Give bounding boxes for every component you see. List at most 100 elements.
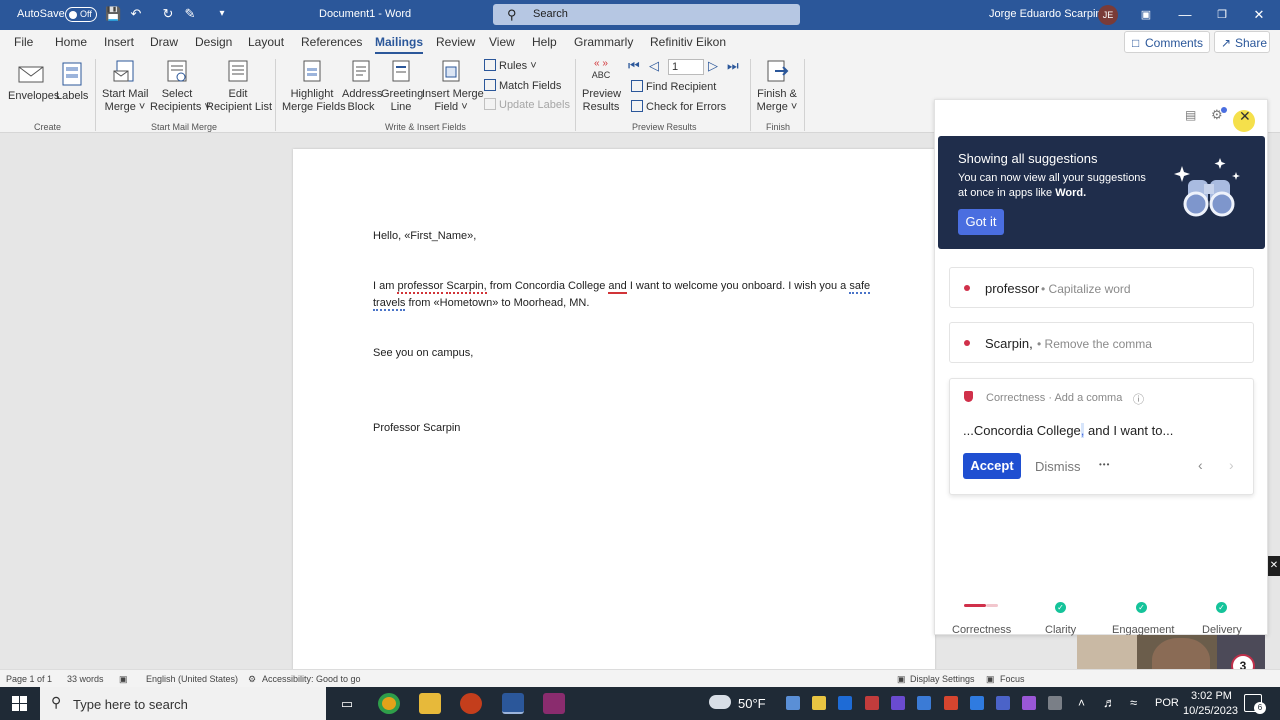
customize-quick-access-icon[interactable]: ▾	[214, 6, 230, 22]
weather-temp[interactable]: 50°F	[738, 696, 766, 711]
flagged-word-safe[interactable]: safe	[849, 280, 871, 294]
redo-icon[interactable]: ↻	[160, 6, 176, 22]
chrome-icon[interactable]	[378, 693, 400, 714]
got-it-button[interactable]: Got it	[958, 209, 1004, 235]
suggestion-card-scarpin[interactable]: Scarpin, • Remove the comma	[949, 322, 1254, 363]
last-record-icon[interactable]: ⏭	[727, 58, 739, 74]
save-icon[interactable]: 💾	[105, 6, 121, 22]
labels-button[interactable]: Labels	[56, 61, 88, 103]
autosave-toggle[interactable]: Off	[65, 7, 97, 22]
dismiss-button[interactable]: Dismiss	[1035, 459, 1081, 474]
record-number-input[interactable]: 1	[668, 59, 704, 75]
flagged-word-travels[interactable]: travels	[373, 297, 406, 311]
finish-merge-button[interactable]: Finish & Merge ˅	[756, 59, 798, 114]
signature-line[interactable]: Professor Scarpin	[373, 422, 460, 434]
speaker-icon[interactable]: ♬	[1103, 695, 1116, 710]
suggestion-card-professor[interactable]: professor • Capitalize word	[949, 267, 1254, 308]
update-labels-button[interactable]: Update Labels	[484, 98, 570, 111]
tray-app-icon[interactable]	[786, 696, 800, 710]
taskbar-search[interactable]: ⚲ Type here to search	[40, 687, 326, 720]
tab-insert[interactable]: Insert	[104, 35, 134, 49]
flagged-word-professor[interactable]: professor	[397, 280, 444, 294]
tab-mailings[interactable]: Mailings	[375, 35, 424, 54]
tray-chevron-icon[interactable]: ˄	[1078, 696, 1085, 710]
tray-app-icon[interactable]	[996, 696, 1010, 710]
paragraph-line-1[interactable]: I am professor Scarpin, from Concordia C…	[373, 280, 871, 294]
document-page[interactable]: Hello, «First_Name», I am professor Scar…	[293, 149, 935, 679]
feedback-icon[interactable]: ▤	[1185, 108, 1196, 122]
tab-references[interactable]: References	[301, 35, 362, 49]
nav-correctness[interactable]: Correctness	[952, 624, 1011, 636]
tray-app-icon[interactable]	[812, 696, 826, 710]
input-language[interactable]: POR	[1155, 697, 1179, 709]
network-icon[interactable]: ≈	[1130, 695, 1137, 710]
task-view-icon[interactable]: ▭	[336, 693, 358, 714]
check-for-errors-button[interactable]: Check for Errors	[631, 100, 726, 113]
tab-refinitiv-eikon[interactable]: Refinitiv Eikon	[650, 35, 726, 49]
file-explorer-icon[interactable]	[419, 693, 441, 714]
flagged-word-and[interactable]: and	[608, 280, 627, 294]
preview-results-button[interactable]: « » ABC Preview Results	[582, 59, 621, 114]
comments-button[interactable]: □ Comments	[1124, 31, 1210, 53]
tab-draw[interactable]: Draw	[150, 35, 178, 49]
match-fields-button[interactable]: Match Fields	[484, 79, 561, 92]
first-record-icon[interactable]: ⏮	[628, 58, 640, 74]
previous-record-icon[interactable]: ◁	[649, 58, 659, 74]
powerpoint-icon[interactable]	[460, 693, 482, 714]
close-panel-icon[interactable]: ✕	[1239, 108, 1251, 125]
tab-help[interactable]: Help	[532, 35, 557, 49]
bluetooth-icon[interactable]	[917, 696, 931, 710]
accept-button[interactable]: Accept	[963, 453, 1021, 479]
envelopes-button[interactable]: Envelopes	[8, 61, 59, 103]
proofing-icon[interactable]: ▣	[119, 674, 128, 685]
find-recipient-button[interactable]: Find Recipient	[631, 80, 716, 93]
chevron-right-icon[interactable]: ›	[1229, 457, 1234, 473]
highlight-merge-fields-button[interactable]: Highlight Merge Fields	[282, 59, 346, 114]
tray-app-icon[interactable]	[1022, 696, 1036, 710]
greeting-line[interactable]: Hello, «First_Name»,	[373, 230, 476, 242]
search-box[interactable]: ⚲ Search	[493, 4, 800, 25]
flagged-word-scarpin[interactable]: Scarpin,	[446, 280, 487, 294]
tab-home[interactable]: Home	[55, 35, 87, 49]
word-icon[interactable]	[502, 693, 524, 714]
page-count[interactable]: Page 1 of 1	[6, 674, 52, 684]
edit-recipient-list-button[interactable]: Edit Recipient List	[206, 59, 272, 114]
clock-time[interactable]: 3:02 PM	[1191, 690, 1232, 702]
insert-merge-field-button[interactable]: Insert Merge Field ˅	[422, 59, 484, 114]
tab-layout[interactable]: Layout	[248, 35, 284, 49]
tray-app-icon[interactable]	[865, 696, 879, 710]
accessibility-status[interactable]: Accessibility: Good to go	[262, 674, 361, 684]
greeting-line-button[interactable]: Greeting Line	[381, 59, 423, 114]
tray-app-icon[interactable]	[891, 696, 905, 710]
tab-file[interactable]: File	[14, 35, 33, 49]
tray-app-icon[interactable]	[944, 696, 958, 710]
display-settings[interactable]: Display Settings	[910, 674, 975, 684]
start-mail-merge-button[interactable]: Start Mail Merge ˅	[102, 59, 148, 114]
expanded-suggestion-card[interactable]: Correctness · Add a comma ⓘ ...Concordia…	[949, 378, 1254, 495]
ribbon-display-icon[interactable]: ▣	[1137, 6, 1155, 24]
close-icon[interactable]: ✕	[1250, 6, 1268, 24]
info-icon[interactable]: ⓘ	[1133, 391, 1144, 407]
language[interactable]: English (United States)	[146, 674, 238, 684]
avatar[interactable]: JE	[1098, 5, 1118, 25]
chevron-left-icon[interactable]: ‹	[1198, 457, 1203, 473]
next-record-icon[interactable]: ▷	[708, 58, 718, 74]
tab-review[interactable]: Review	[436, 35, 475, 49]
tab-view[interactable]: View	[489, 35, 515, 49]
tray-app-icon[interactable]	[838, 696, 852, 710]
close-overlay-icon[interactable]: ✕	[1268, 556, 1280, 576]
minimize-icon[interactable]: —	[1176, 6, 1194, 24]
tab-design[interactable]: Design	[195, 35, 232, 49]
tray-app-icon[interactable]	[970, 696, 984, 710]
focus-mode[interactable]: Focus	[1000, 674, 1025, 684]
restore-icon[interactable]: ❐	[1213, 6, 1231, 24]
word-count[interactable]: 33 words	[67, 674, 104, 684]
tray-app-icon[interactable]	[1048, 696, 1062, 710]
paragraph-line-2[interactable]: travels from «Hometown» to Moorhead, MN.	[373, 297, 589, 311]
share-button[interactable]: ↗ Share	[1214, 31, 1270, 53]
rules-button[interactable]: Rules ˅	[484, 59, 537, 72]
undo-icon[interactable]: ↶	[128, 6, 144, 22]
address-block-button[interactable]: Address Block	[342, 59, 382, 114]
nav-clarity[interactable]: Clarity	[1045, 624, 1076, 636]
tab-grammarly[interactable]: Grammarly	[574, 35, 633, 49]
